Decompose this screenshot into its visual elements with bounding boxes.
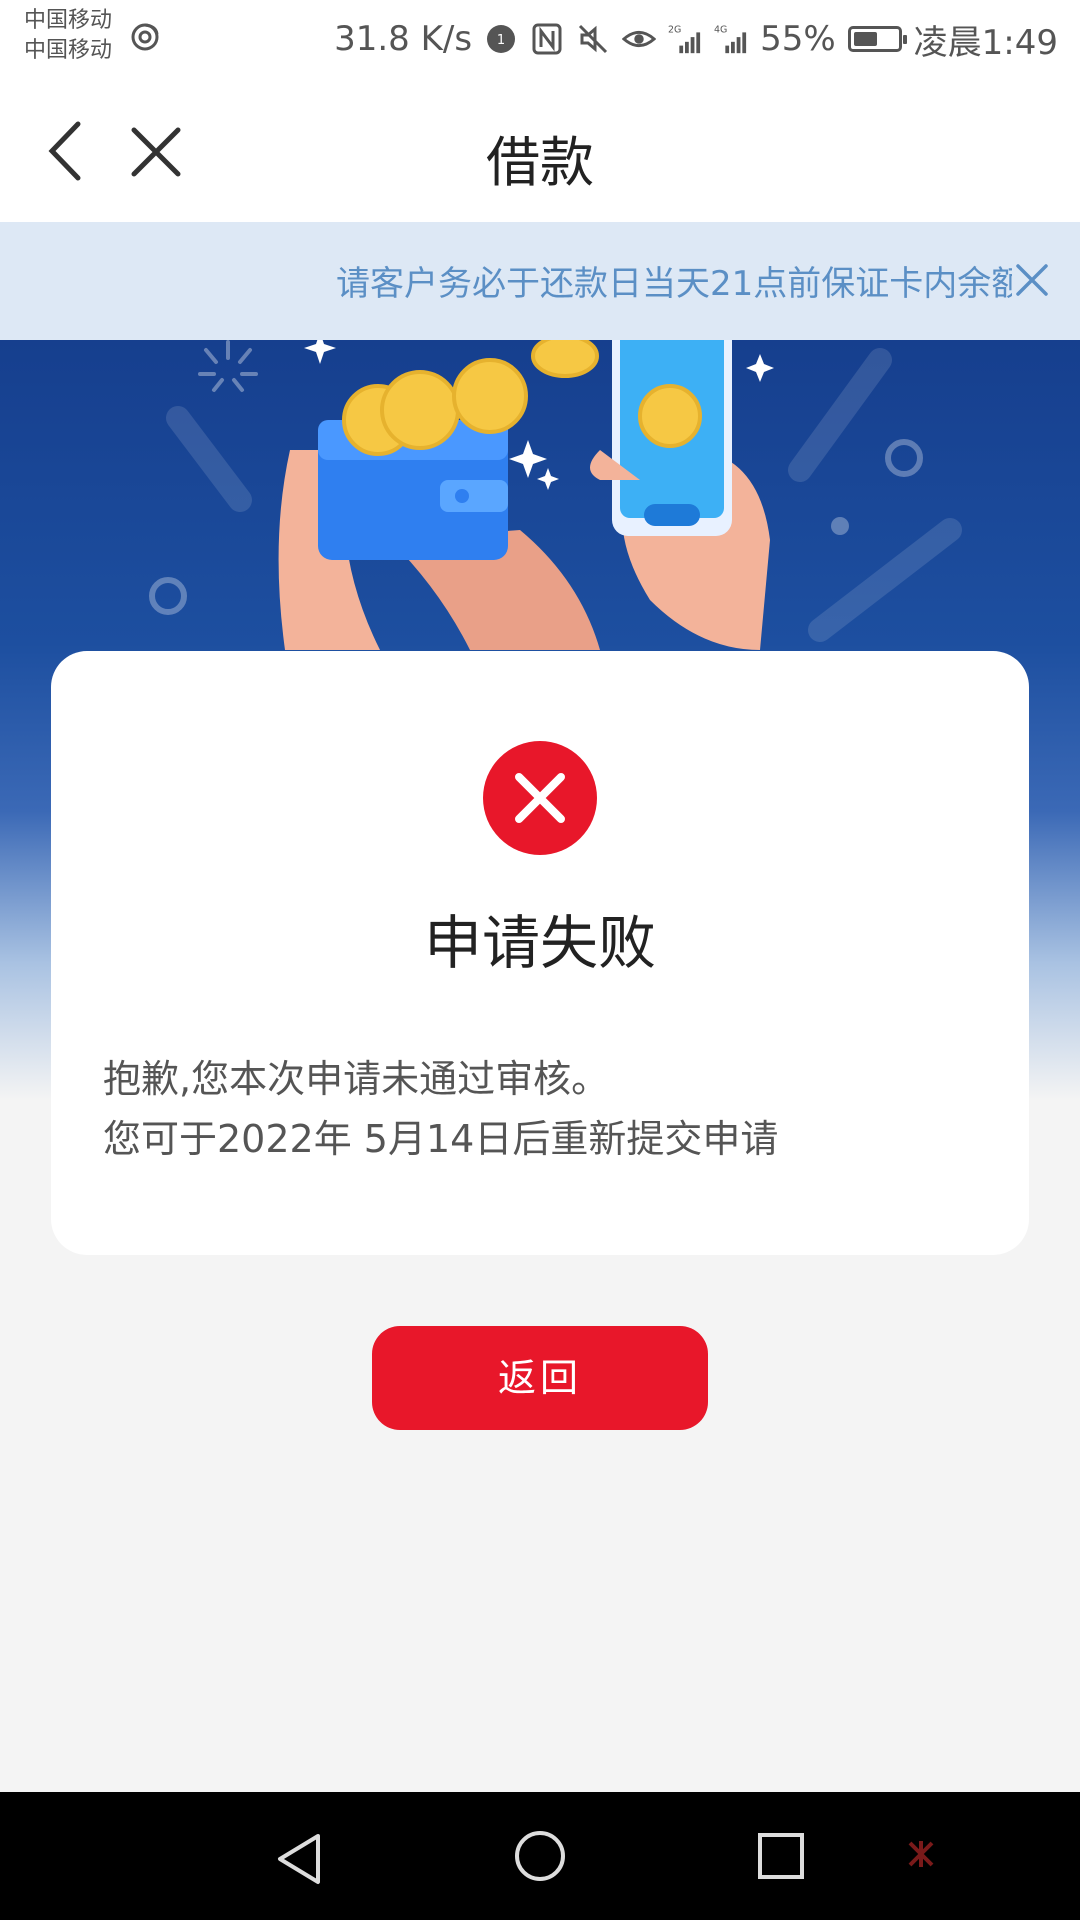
- clock: 凌晨1:49: [913, 22, 1058, 63]
- signal-4g-icon: 4G: [714, 22, 748, 56]
- loop-icon: [128, 20, 162, 63]
- status-bar: 中国移动 中国移动 31.8 K/s 1 2G 4G 55% 凌晨1:49: [0, 0, 1080, 78]
- nav-home-icon[interactable]: [514, 1830, 566, 1882]
- notice-close-button[interactable]: [1014, 262, 1050, 298]
- notice-text: 请客户务必于还款日当天21点前保证卡内余额: [336, 264, 1012, 304]
- network-speed: 31.8 K/s: [334, 19, 473, 59]
- nav-bar: 借款: [0, 78, 1080, 222]
- battery-icon: [847, 26, 907, 52]
- battery-fill: [853, 32, 877, 46]
- nfc-icon: [530, 22, 564, 56]
- result-card: 申请失败 抱歉,您本次申请未通过审核。 您可于2022年 5月14日后重新提交申…: [51, 651, 1029, 1255]
- svg-text:1: 1: [497, 33, 505, 48]
- signal-2g-icon: 2G: [668, 22, 702, 56]
- carrier-info: 中国移动 中国移动: [24, 6, 112, 66]
- watermark-logo: [906, 1836, 1026, 1872]
- nav-back-icon[interactable]: [274, 1832, 324, 1886]
- result-message-line-1: 抱歉,您本次申请未通过审核。: [103, 1057, 610, 1101]
- nav-recents-icon[interactable]: [757, 1832, 805, 1880]
- notice-banner: 请客户务必于还款日当天21点前保证卡内余额: [0, 222, 1080, 341]
- hd-icon: 1: [484, 22, 518, 56]
- result-message: 抱歉,您本次申请未通过审核。 您可于2022年 5月14日后重新提交申请: [103, 1049, 778, 1169]
- return-button[interactable]: 返回: [372, 1326, 708, 1430]
- close-icon: [1016, 264, 1048, 296]
- eye-icon: [622, 22, 657, 56]
- status-right: 31.8 K/s 1 2G 4G 55% 凌晨1:49: [334, 14, 1058, 64]
- error-icon: [483, 741, 597, 855]
- battery-percent: 55%: [760, 19, 836, 59]
- result-message-line-2: 您可于2022年 5月14日后重新提交申请: [103, 1117, 779, 1161]
- watermark-icon: [908, 1841, 934, 1867]
- carrier-1: 中国移动: [24, 8, 113, 33]
- page-title: 借款: [486, 131, 594, 194]
- svg-text:2G: 2G: [668, 24, 681, 35]
- mute-icon: [576, 22, 610, 56]
- result-title: 申请失败: [423, 909, 656, 977]
- svg-text:4G: 4G: [714, 24, 727, 35]
- carrier-2: 中国移动: [24, 38, 113, 63]
